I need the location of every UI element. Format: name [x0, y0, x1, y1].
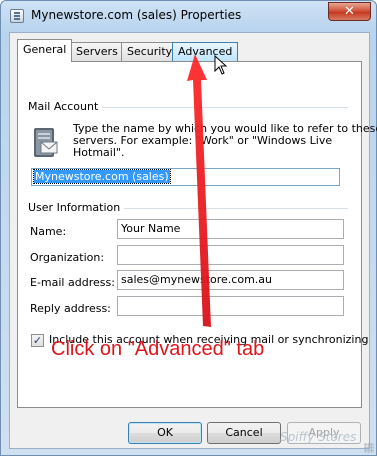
tab-servers[interactable]: Servers [70, 42, 124, 61]
annotation-caption: Click on "Advanced" tab [51, 338, 265, 360]
user-information-group-title: User Information [28, 201, 125, 214]
tab-security[interactable]: Security [121, 42, 179, 61]
properties-dialog: Mynewstore.com (sales) Properties ✕ Gene… [0, 0, 377, 456]
organization-label: Organization: [30, 251, 105, 264]
cancel-button[interactable]: Cancel [207, 422, 281, 444]
name-label: Name: [30, 225, 67, 238]
close-button[interactable]: ✕ [328, 2, 371, 21]
watermark: Spiffy Stores [280, 430, 357, 444]
account-name-value: Mynewstore.com (sales) [33, 169, 171, 184]
reply-address-field[interactable] [117, 296, 344, 316]
account-name-input[interactable]: Mynewstore.com (sales) [31, 168, 340, 186]
organization-field[interactable] [117, 245, 344, 265]
mouse-pointer-icon [214, 55, 228, 75]
ok-button[interactable]: OK [128, 422, 202, 444]
mail-server-icon [34, 128, 58, 157]
window-title: Mynewstore.com (sales) Properties [31, 8, 242, 22]
tab-bar: General Servers Security Advanced [17, 39, 362, 62]
mail-account-description: Type the name by which you would like to… [73, 123, 377, 159]
email-address-field[interactable]: sales@mynewstore.com.au [117, 270, 344, 290]
include-account-checkbox[interactable]: ✓ [31, 334, 44, 347]
tab-general[interactable]: General [17, 39, 73, 62]
description-line: Hotmail". [73, 146, 125, 159]
resize-grip[interactable] [364, 443, 374, 453]
tab-advanced[interactable]: Advanced [172, 42, 239, 61]
properties-app-icon [10, 9, 24, 23]
reply-address-label: Reply address: [30, 302, 111, 315]
dialog-client-area: General Servers Security Advanced Mail A… [9, 32, 377, 449]
email-address-label: E-mail address: [30, 276, 115, 289]
title-bar[interactable]: Mynewstore.com (sales) Properties ✕ [1, 1, 376, 33]
mail-account-group-title: Mail Account [28, 100, 103, 113]
name-field[interactable]: Your Name [117, 219, 344, 239]
